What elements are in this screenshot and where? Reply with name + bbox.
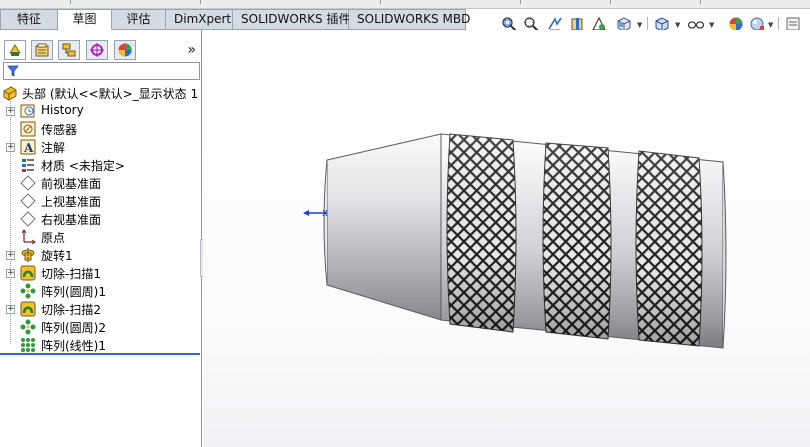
plane-icon: [20, 193, 36, 209]
tree-item-linear-pattern1[interactable]: 阵列(线性)1: [0, 336, 202, 354]
history-icon: [20, 103, 36, 119]
tree-item-label: 切除-扫描2: [41, 303, 101, 317]
tree-item-revolve1[interactable]: + 旋转1: [0, 246, 202, 264]
dimxpert-manager-icon[interactable]: [86, 40, 108, 60]
model-knurl-band-1: [446, 133, 517, 333]
material-icon: [20, 157, 36, 173]
tree-item-label: 右视基准面: [41, 213, 102, 227]
tree-item-circular-pattern2[interactable]: 阵列(圆周)2: [0, 318, 202, 336]
tree-item-label: 材质 <未指定>: [41, 159, 125, 173]
tree-item-cut-sweep1[interactable]: + 切除-扫描1: [0, 264, 202, 282]
model-knurl-band-3: [635, 150, 703, 347]
tab-solidworks-addins[interactable]: SOLIDWORKS 插件: [233, 9, 350, 30]
tree-root-part[interactable]: 头部 (默认<<默认>_显示状态 1: [0, 84, 202, 102]
tree-item-right-plane[interactable]: 右视基准面: [0, 210, 202, 228]
tab-evaluate[interactable]: 评估: [112, 9, 166, 30]
model-cone-section: [326, 133, 442, 321]
knurled-part-model: [303, 133, 727, 349]
circular-pattern-icon: [20, 319, 36, 335]
tree-item-label: 传感器: [41, 123, 78, 137]
tree-item-label: 阵列(圆周)2: [41, 321, 106, 335]
property-manager-icon[interactable]: [31, 40, 53, 60]
circular-pattern-icon: [20, 283, 36, 299]
sensor-icon: [20, 121, 36, 137]
expand-toggle[interactable]: +: [6, 251, 15, 260]
tree-item-label: 前视基准面: [41, 177, 102, 191]
rollback-bar[interactable]: [0, 353, 200, 355]
expand-panel-button[interactable]: »: [187, 42, 196, 58]
origin-indicator-icon: [303, 209, 328, 217]
plane-icon: [20, 175, 36, 191]
tree-item-annotations[interactable]: + A 注解: [0, 138, 202, 156]
expand-toggle[interactable]: +: [6, 107, 15, 116]
tree-item-origin[interactable]: 原点: [0, 228, 202, 246]
command-manager-tabs: 特征 草图 评估 DimXpert SOLIDWORKS 插件 SOLIDWOR…: [0, 9, 470, 30]
feature-manager-panel: » 头部 (默认<<默认>_显示状态 1 + History 传感器 + A 注…: [0, 30, 202, 447]
linear-pattern-icon: [20, 337, 36, 353]
expand-toggle[interactable]: +: [6, 269, 15, 278]
tree-item-front-plane[interactable]: 前视基准面: [0, 174, 202, 192]
annotations-icon: A: [20, 139, 36, 155]
expand-toggle[interactable]: +: [6, 305, 15, 314]
tab-solidworks-mbd[interactable]: SOLIDWORKS MBD: [349, 9, 470, 30]
part-icon: [2, 85, 18, 101]
origin-icon: [20, 229, 36, 245]
tab-features[interactable]: 特征: [0, 9, 58, 30]
svg-text:A: A: [23, 141, 34, 155]
tab-dimxpert[interactable]: DimXpert: [166, 9, 233, 30]
feature-manager-icon[interactable]: [4, 40, 26, 60]
plane-icon: [20, 211, 36, 227]
tree-item-cut-sweep2[interactable]: + 切除-扫描2: [0, 300, 202, 318]
tab-sketch[interactable]: 草图: [58, 9, 112, 30]
tree-item-label: 原点: [41, 231, 66, 245]
tree-item-sensors[interactable]: 传感器: [0, 120, 202, 138]
tree-item-label: 切除-扫描1: [41, 267, 101, 281]
tree-item-label: 上视基准面: [41, 195, 102, 209]
graphics-viewport[interactable]: [203, 30, 810, 447]
cut-sweep-icon: [20, 301, 36, 317]
tree-root-label: 头部 (默认<<默认>_显示状态 1: [22, 87, 199, 101]
expand-toggle[interactable]: +: [6, 143, 15, 152]
feature-tree-filter[interactable]: [3, 62, 200, 80]
tree-item-label: 阵列(圆周)1: [41, 285, 106, 299]
display-manager-icon[interactable]: [114, 40, 136, 60]
tree-item-label: 阵列(线性)1: [41, 339, 106, 353]
tree-item-label: History: [41, 103, 84, 117]
tree-item-circular-pattern1[interactable]: 阵列(圆周)1: [0, 282, 202, 300]
tree-item-top-plane[interactable]: 上视基准面: [0, 192, 202, 210]
tree-item-history[interactable]: + History: [0, 102, 202, 120]
model-knurl-band-2: [542, 142, 612, 340]
revolve-icon: [20, 247, 36, 263]
feature-manager-tabs: »: [0, 37, 202, 63]
tree-item-label: 旋转1: [41, 249, 73, 263]
title-strip: [0, 0, 810, 9]
tree-item-material[interactable]: 材质 <未指定>: [0, 156, 202, 174]
tree-item-label: 注解: [41, 141, 66, 155]
cut-sweep-icon: [20, 265, 36, 281]
filter-icon: [7, 65, 19, 80]
configuration-manager-icon[interactable]: [58, 40, 80, 60]
